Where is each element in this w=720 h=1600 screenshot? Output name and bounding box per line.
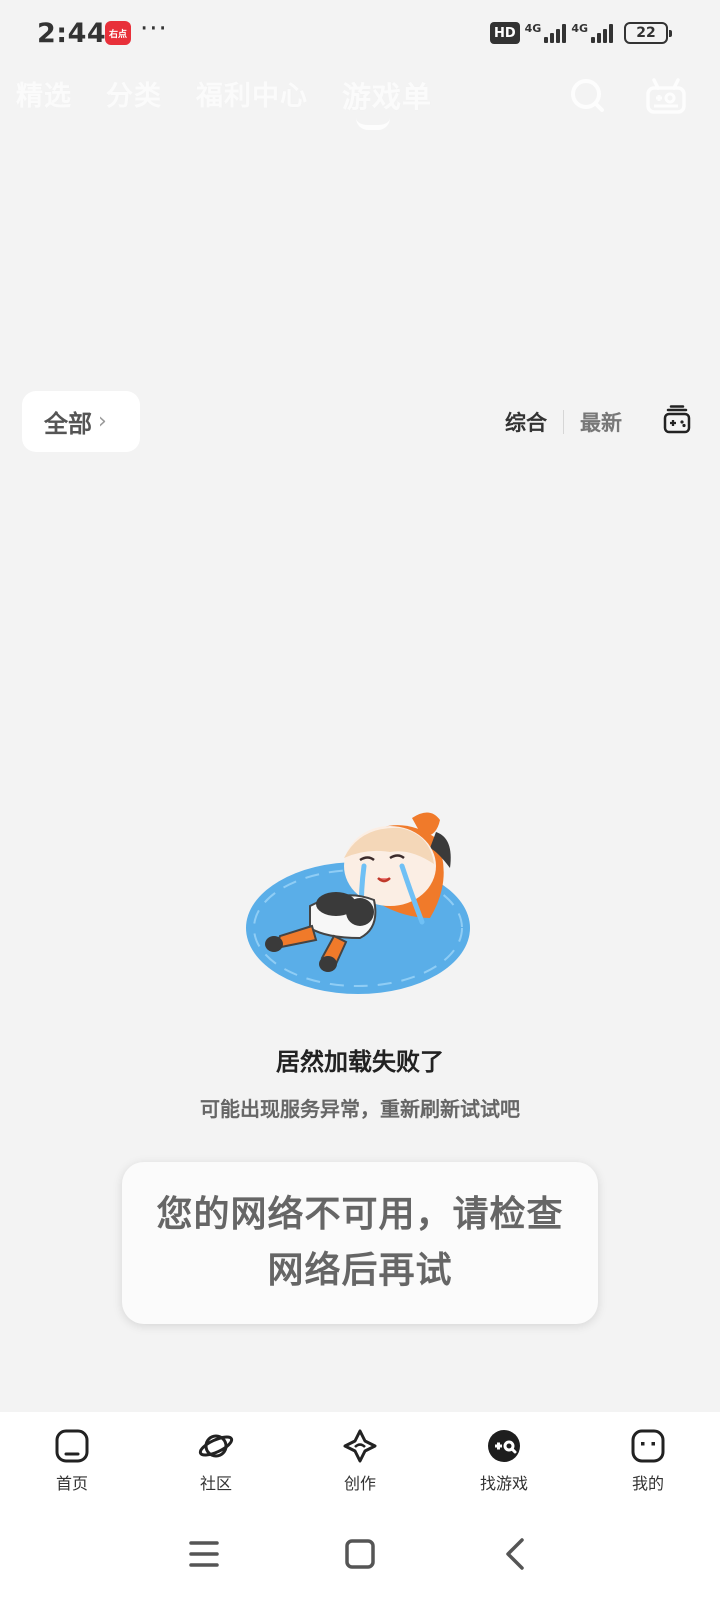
create-icon — [343, 1429, 377, 1463]
game-list-icon[interactable] — [662, 405, 692, 435]
nav-community-label: 社区 — [199, 1474, 232, 1493]
hd-icon: HD — [489, 22, 520, 44]
tab-categories[interactable]: 分类 — [106, 74, 162, 116]
network-error-toast: 您的网络不可用，请检查网络后再试 — [122, 1162, 598, 1324]
bottom-nav: 首页 社区 创作 找游戏 我的 — [0, 1412, 720, 1512]
nav-create-label: 创作 — [343, 1474, 376, 1493]
network-type-1: 4G — [524, 21, 542, 35]
planet-icon — [198, 1434, 234, 1458]
all-filter-button[interactable]: 全部 › — [22, 391, 140, 452]
sort-comprehensive[interactable]: 综合 — [505, 407, 547, 437]
nav-find-game-label: 找游戏 — [479, 1474, 528, 1493]
find-game-icon — [488, 1430, 520, 1462]
nav-find-game[interactable]: 找游戏 — [432, 1412, 576, 1512]
more-notifications-icon: ··· — [140, 14, 168, 44]
back-icon[interactable] — [496, 1534, 536, 1574]
tab-welfare-center[interactable]: 福利中心 — [196, 74, 308, 116]
nav-home[interactable]: 首页 — [0, 1412, 144, 1512]
screen: 2:44 右点 ··· HD 4G 4G 22 精选 分类 福利中心 游戏单 全… — [0, 0, 720, 1600]
empty-state-title: 居然加载失败了 — [276, 1048, 444, 1076]
profile-icon — [631, 1429, 665, 1463]
nav-profile[interactable]: 我的 — [576, 1412, 720, 1512]
menu-icon[interactable] — [184, 1534, 224, 1574]
tab-featured[interactable]: 精选 — [16, 74, 72, 116]
battery-icon: 22 — [624, 22, 672, 44]
search-icon[interactable] — [568, 76, 608, 116]
home-icon — [55, 1429, 89, 1463]
chevron-right-icon: › — [98, 409, 107, 434]
app-notification-icon: 右点 — [105, 21, 131, 45]
nav-home-label: 首页 — [55, 1474, 88, 1493]
sort-options: 综合 最新 — [505, 407, 622, 437]
signal-icon — [591, 23, 613, 43]
load-failed-illustration — [246, 812, 470, 994]
home-square-icon[interactable] — [340, 1534, 380, 1574]
nav-community[interactable]: 社区 — [144, 1412, 288, 1512]
active-tab-indicator — [356, 118, 390, 130]
nav-create[interactable]: 创作 — [288, 1412, 432, 1512]
gamepad-robot-icon[interactable] — [644, 76, 688, 118]
signal-icon — [544, 23, 567, 43]
status-bar: 2:44 右点 ··· HD 4G 4G 22 — [0, 0, 720, 70]
toast-message: 您的网络不可用，请检查网络后再试 — [156, 1194, 564, 1291]
empty-state-subtitle: 可能出现服务异常，重新刷新试试吧 — [200, 1097, 520, 1121]
system-nav-bar — [0, 1512, 720, 1600]
status-indicators: HD 4G 4G 22 — [489, 21, 672, 44]
sort-divider — [563, 410, 564, 434]
tab-game-list[interactable]: 游戏单 — [342, 74, 432, 116]
network-type-2: 4G — [571, 21, 588, 35]
sort-latest[interactable]: 最新 — [580, 407, 622, 437]
status-time: 2:44 — [37, 18, 107, 49]
all-filter-label: 全部 — [44, 410, 92, 438]
nav-profile-label: 我的 — [631, 1474, 664, 1493]
top-tabs: 精选 分类 福利中心 游戏单 — [16, 74, 432, 116]
